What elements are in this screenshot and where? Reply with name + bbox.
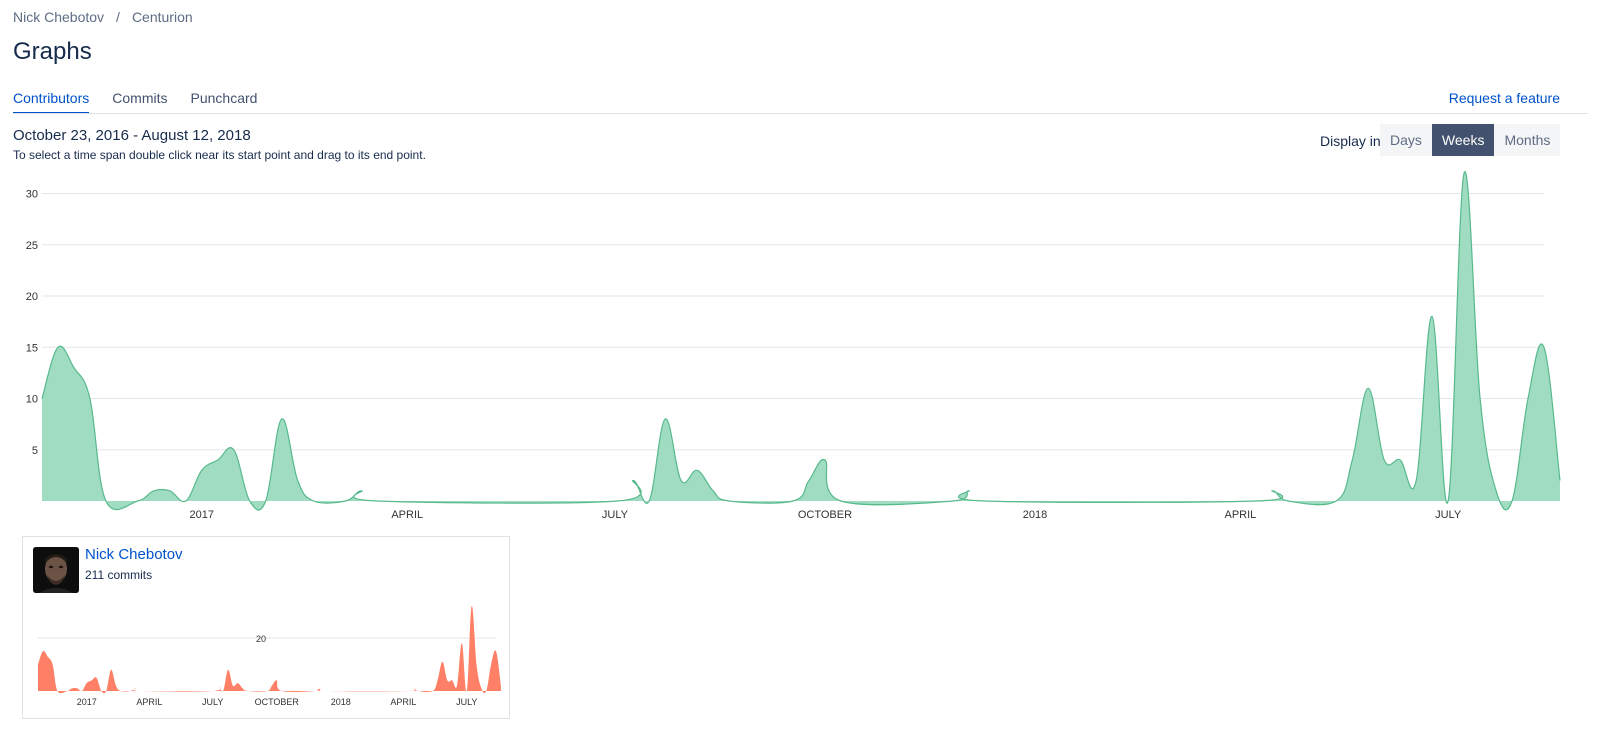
breadcrumb-owner-link[interactable]: Nick Chebotov <box>13 9 104 25</box>
x-tick-label: JULY <box>602 509 629 521</box>
x-tick-label: JULY <box>202 697 223 707</box>
y-tick-label: 20 <box>26 291 38 303</box>
breadcrumb-separator: / <box>116 9 120 25</box>
x-tick-label: JULY <box>1435 509 1462 521</box>
tab-punchcard[interactable]: Punchcard <box>191 90 258 114</box>
x-tick-label: 2017 <box>190 509 214 521</box>
request-feature-link[interactable]: Request a feature <box>1449 90 1560 106</box>
tab-divider <box>13 113 1588 114</box>
y-tick-label: 15 <box>26 342 38 354</box>
contributor-chart: 20 2017 APRIL JULY OCTOBER 2018 APRIL JULY <box>38 605 501 707</box>
display-granularity-toggle: Days Weeks Months <box>1380 124 1561 156</box>
x-tick-label: 2018 <box>331 697 351 707</box>
y-tick-label: 20 <box>256 634 266 644</box>
x-tick-label: APRIL <box>1225 509 1257 521</box>
commits-area <box>38 605 501 694</box>
contributions-chart[interactable]: 5 10 15 20 25 30 2017 APRIL JULY OCTOBER 2018 APRIL… <box>0 160 1601 530</box>
commits-line <box>41 171 1561 511</box>
y-tick-label: 25 <box>26 240 38 252</box>
x-tick-label: OCTOBER <box>798 509 852 521</box>
y-tick-label: 30 <box>26 189 38 201</box>
tab-contributors[interactable]: Contributors <box>13 90 90 114</box>
page-title: Graphs <box>13 38 92 65</box>
x-tick-label: 2018 <box>1023 509 1047 521</box>
x-tick-label: OCTOBER <box>255 697 300 707</box>
breadcrumb: Nick Chebotov / Centurion <box>13 9 193 25</box>
x-tick-label: APRIL <box>390 697 416 707</box>
graph-tabs: Contributors Commits Punchcard <box>13 90 280 114</box>
y-tick-label: 5 <box>32 445 38 457</box>
x-tick-label: JULY <box>456 697 477 707</box>
days-button[interactable]: Days <box>1380 124 1432 156</box>
y-tick-label: 10 <box>26 394 38 406</box>
breadcrumb-repo-link[interactable]: Centurion <box>132 9 193 25</box>
tab-commits[interactable]: Commits <box>112 90 167 114</box>
x-tick-label: 2017 <box>77 697 97 707</box>
contributor-card: Nick Chebotov 211 commits 20 2017 APRIL JUL… <box>22 536 510 719</box>
x-tick-label: APRIL <box>136 697 162 707</box>
weeks-button[interactable]: Weeks <box>1431 124 1495 156</box>
x-tick-label: APRIL <box>391 509 423 521</box>
commits-area <box>42 171 1560 511</box>
display-in-label: Display in <box>1320 133 1381 149</box>
date-range: October 23, 2016 - August 12, 2018 <box>13 127 251 144</box>
months-button[interactable]: Months <box>1494 124 1561 156</box>
